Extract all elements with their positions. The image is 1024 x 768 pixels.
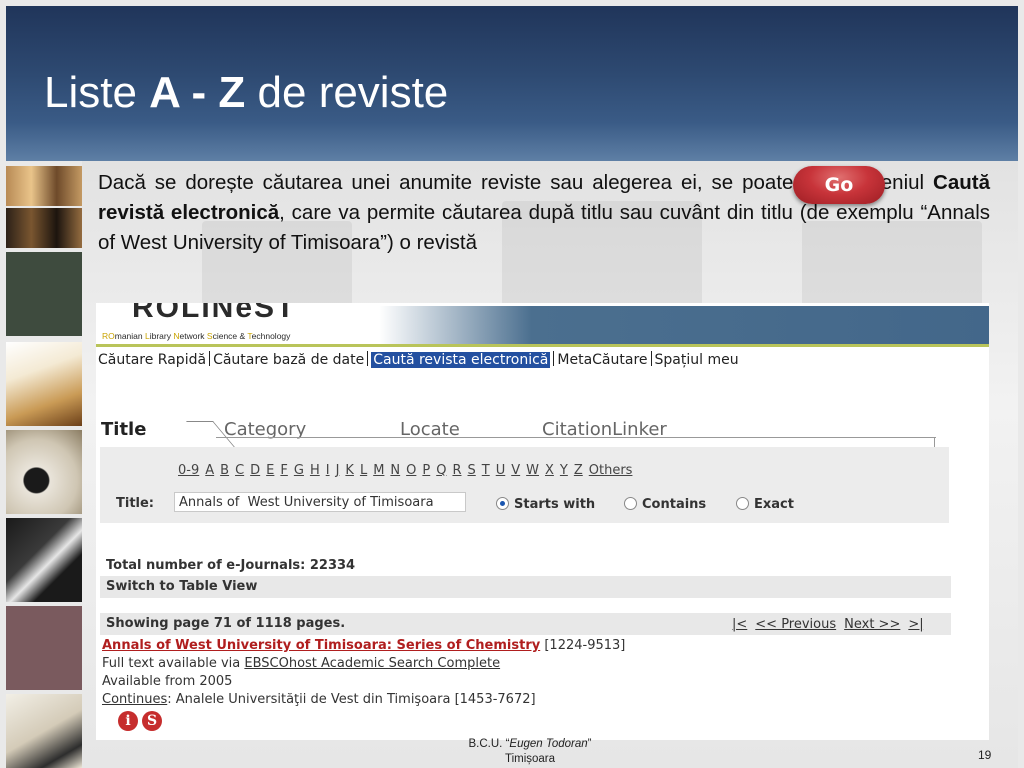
glasses-photo	[6, 430, 82, 514]
photo-strip	[6, 166, 82, 768]
rolinest-logo: ROLINeST	[132, 303, 297, 324]
menu-separator	[367, 351, 369, 366]
tab-underline	[216, 437, 936, 438]
page-number: 19	[978, 748, 992, 762]
result-title-link[interactable]: Annals of West University of Timisoara: …	[102, 638, 540, 653]
first-page-link[interactable]: |<	[732, 617, 747, 632]
color-block	[6, 252, 82, 336]
menu-separator	[650, 351, 652, 366]
pen-photo	[6, 518, 82, 602]
continues-link[interactable]: Continues	[102, 692, 167, 707]
alphabet-link[interactable]: G	[294, 463, 304, 478]
menu-separator	[553, 351, 555, 366]
open-book-photo	[6, 342, 82, 426]
rolinest-banner: ROLINeST ROmanian Library Network Scienc…	[96, 303, 989, 347]
alphabet-link[interactable]: O	[406, 463, 416, 478]
alphabet-link[interactable]: B	[220, 463, 229, 478]
next-page-link[interactable]: Next >>	[844, 617, 900, 632]
alphabet-link[interactable]: Q	[436, 463, 446, 478]
alphabet-link[interactable]: D	[250, 463, 260, 478]
radio-checked-icon[interactable]	[496, 497, 509, 510]
banner-bar	[379, 306, 989, 344]
starts-with-radio[interactable]: Starts with	[496, 497, 595, 512]
sfx-icon[interactable]: S	[142, 711, 162, 731]
result-icons: iS	[118, 711, 166, 731]
alphabet-link[interactable]: E	[266, 463, 274, 478]
color-block	[6, 606, 82, 690]
alphabet-link[interactable]: A	[205, 463, 214, 478]
last-page-link[interactable]: >|	[908, 617, 923, 632]
alphabet-link[interactable]: N	[390, 463, 400, 478]
footer: B.C.U. “Eugen Todoran” Timișoara	[468, 738, 592, 765]
alphabet-link[interactable]: P	[422, 463, 430, 478]
go-button[interactable]: Go	[793, 166, 885, 204]
slide: Liste A - Z de reviste Dacă se dorește c…	[0, 0, 1024, 768]
fulltext-label: Full text available via	[102, 656, 245, 671]
total-journals: Total number of e-Journals: 22334	[106, 558, 356, 573]
page-status: Showing page 71 of 1118 pages.	[106, 616, 346, 631]
title-search-input[interactable]	[174, 492, 466, 512]
paging-bar: Showing page 71 of 1118 pages. |< << Prev…	[100, 613, 951, 635]
pager: |< << Previous Next >> >|	[732, 617, 932, 632]
menu-cauta-revista-electronica[interactable]: Caută revista electronică	[371, 352, 551, 368]
search-tabs: Title Category Locate CitationLinker	[96, 413, 989, 450]
alphabet-link[interactable]: F	[280, 463, 287, 478]
tab-title[interactable]: Title	[101, 419, 146, 440]
embedded-screenshot: ROLINeST ROmanian Library Network Scienc…	[96, 303, 989, 740]
alphabet-link[interactable]: J	[336, 463, 340, 478]
alphabet-link[interactable]: T	[482, 463, 490, 478]
slide-header: Liste A - Z de reviste	[6, 6, 1018, 161]
info-icon[interactable]: i	[118, 711, 138, 731]
alphabet-link[interactable]: 0-9	[178, 463, 199, 478]
alphabet-link[interactable]: I	[326, 463, 330, 478]
books-photo	[6, 166, 82, 206]
alphabet-link[interactable]: V	[511, 463, 520, 478]
books-photo	[6, 208, 82, 248]
menu-cautare-rapida[interactable]: Căutare Rapidă	[98, 352, 206, 368]
previous-page-link[interactable]: << Previous	[755, 617, 836, 632]
available-from: Available from 2005	[102, 674, 233, 689]
result-item: Annals of West University of Timisoara: …	[102, 637, 625, 709]
alphabet-link[interactable]: K	[345, 463, 354, 478]
alphabet-link[interactable]: S	[468, 463, 476, 478]
paper-photo	[6, 694, 82, 768]
alphabet-link[interactable]: R	[452, 463, 461, 478]
contains-radio[interactable]: Contains	[624, 497, 706, 512]
ebscohost-link[interactable]: EBSCOhost Academic Search Complete	[244, 656, 500, 671]
continues-text: : Analele Universităţii de Vest din Timi…	[167, 692, 536, 707]
switch-view-bar: Switch to Table View	[100, 576, 951, 598]
menu-cautare-baza-de-date[interactable]: Căutare bază de date	[213, 352, 364, 368]
logo-tagline: ROmanian Library Network Science & Techn…	[102, 331, 291, 341]
search-panel: 0-9 A B C D E F G H I J K L M N O P Q R S T U V W X Y Z Others Titl…	[100, 447, 949, 523]
menu-metacautare[interactable]: MetaCăutare	[557, 352, 647, 368]
radio-icon[interactable]	[736, 497, 749, 510]
alphabet-index: 0-9 A B C D E F G H I J K L M N O P Q R S T U V W X Y Z Others	[178, 463, 638, 478]
alphabet-link[interactable]: U	[496, 463, 506, 478]
alphabet-link[interactable]: Others	[589, 463, 633, 478]
alphabet-link[interactable]: C	[235, 463, 244, 478]
banner-underline	[96, 344, 989, 347]
exact-radio[interactable]: Exact	[736, 497, 794, 512]
result-issn: [1224-9513]	[540, 638, 626, 653]
alphabet-link[interactable]: W	[526, 463, 539, 478]
alphabet-link[interactable]: H	[310, 463, 320, 478]
title-label: Title:	[116, 496, 155, 511]
slide-title: Liste A - Z de reviste	[44, 68, 449, 117]
menu-separator	[209, 351, 211, 366]
alphabet-link[interactable]: Z	[574, 463, 583, 478]
alphabet-link[interactable]: M	[373, 463, 384, 478]
radio-icon[interactable]	[624, 497, 637, 510]
alphabet-link[interactable]: L	[360, 463, 367, 478]
search-menu: Căutare Rapidă Căutare bază de date Caută …	[98, 351, 898, 369]
switch-table-view-link[interactable]: Switch to Table View	[106, 579, 257, 594]
alphabet-link[interactable]: X	[545, 463, 554, 478]
alphabet-link[interactable]: Y	[560, 463, 568, 478]
menu-spatiul-meu[interactable]: Spațiul meu	[655, 352, 739, 368]
